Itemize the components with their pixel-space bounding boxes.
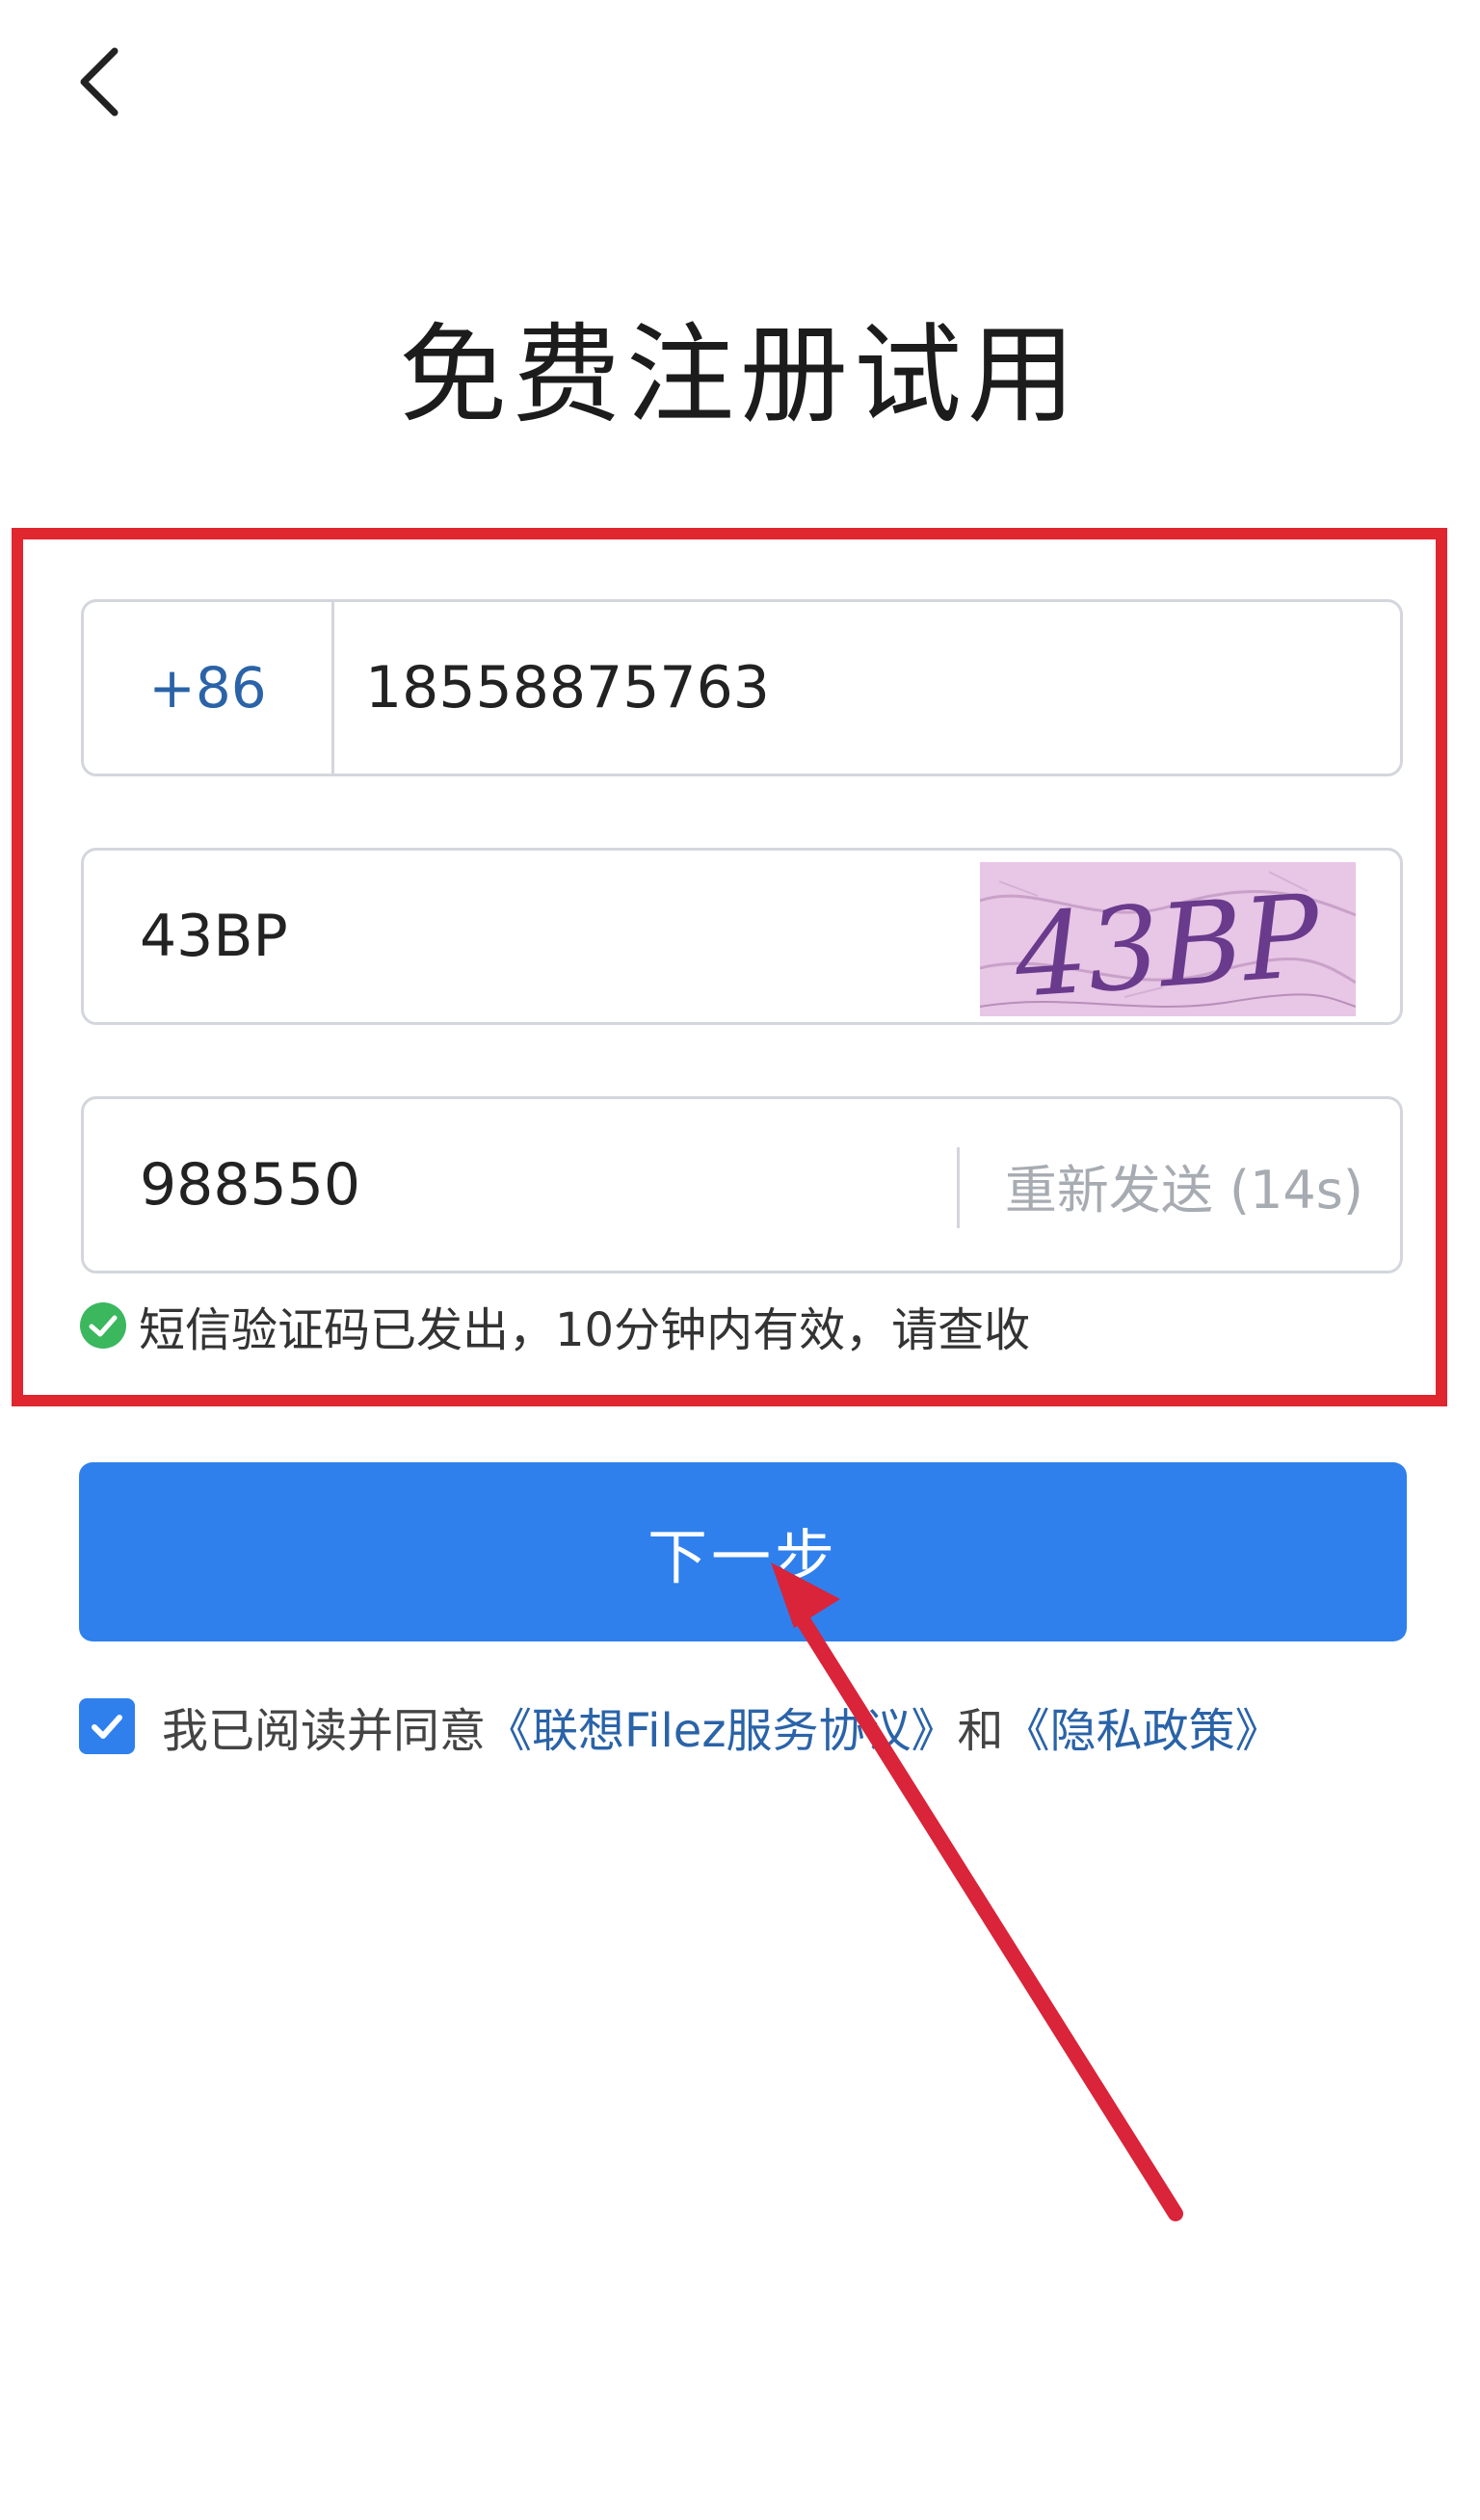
agreement-row: 我已阅读并同意 《联想Filez服务协议》 和 《隐私政策》 — [79, 1688, 1282, 1765]
resend-button[interactable]: 重新发送 (14s) — [1005, 1099, 1363, 1271]
captcha-text: 43BP — [1010, 869, 1327, 1016]
phone-field: +86 — [81, 599, 1403, 776]
check-circle-icon — [80, 1302, 126, 1349]
checkmark-icon — [92, 1715, 122, 1739]
chevron-left-icon — [80, 47, 119, 117]
privacy-policy-link[interactable]: 《隐私政策》 — [1004, 1693, 1282, 1760]
sms-code-field: 重新发送 (14s) — [81, 1096, 1403, 1273]
captcha-field: 43BP — [81, 848, 1403, 1025]
captcha-image[interactable]: 43BP — [980, 862, 1356, 1016]
back-button[interactable] — [56, 39, 143, 125]
phone-input[interactable] — [365, 602, 1329, 774]
agreement-prefix: 我已阅读并同意 — [162, 1704, 487, 1758]
country-code-selector[interactable]: +86 — [84, 602, 334, 774]
next-step-button[interactable]: 下一步 — [79, 1462, 1407, 1641]
captcha-input[interactable] — [140, 851, 930, 1022]
page-title: 免费注册试用 — [399, 313, 1081, 438]
terms-of-service-link[interactable]: 《联想Filez服务协议》 — [486, 1693, 958, 1760]
sms-sent-notice: 短信验证码已发出，10分钟内有效，请查收 — [79, 1291, 1030, 1360]
field-divider — [957, 1147, 960, 1228]
sms-code-input[interactable] — [140, 1099, 930, 1271]
sms-notice-text: 短信验证码已发出，10分钟内有效，请查收 — [139, 1303, 1031, 1357]
agree-checkbox[interactable] — [79, 1698, 135, 1754]
agreement-conjunction: 和 — [957, 1704, 1004, 1758]
